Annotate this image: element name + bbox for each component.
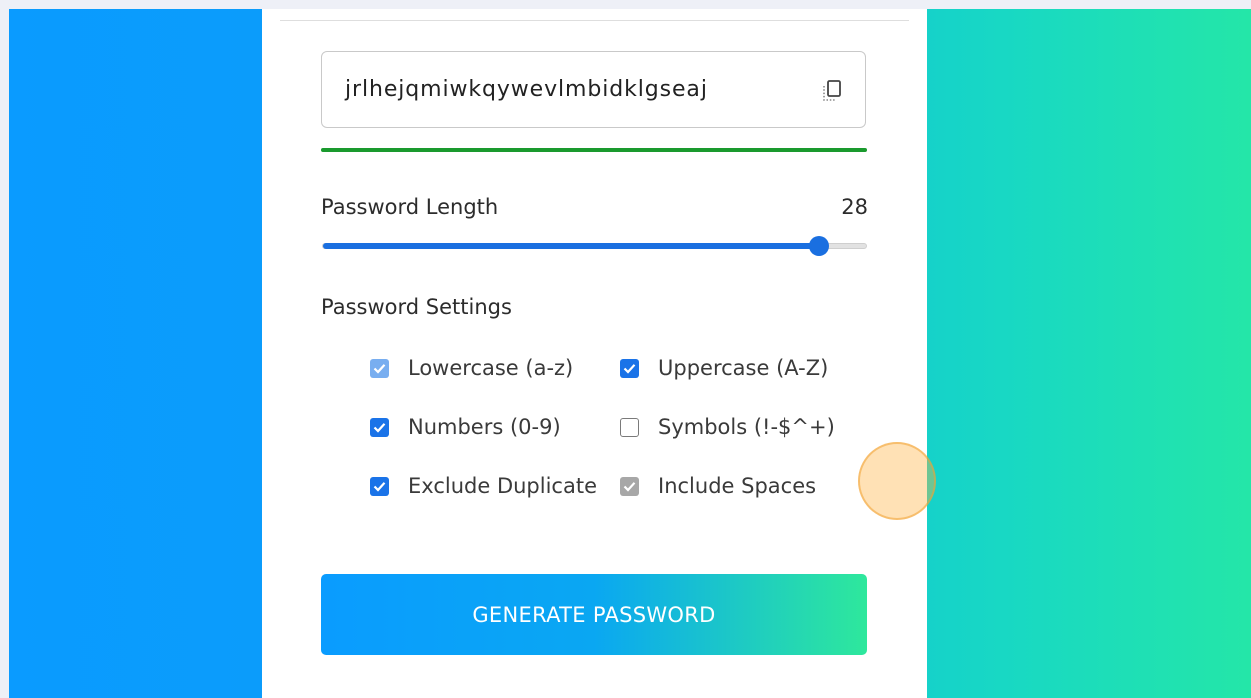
slider-thumb[interactable] (809, 236, 829, 256)
symbols-label: Symbols (!-$^+) (658, 415, 835, 439)
exclude-duplicate-checkbox[interactable] (370, 476, 389, 496)
option-numbers[interactable]: Numbers (0-9) (370, 415, 561, 439)
generate-password-button[interactable]: GENERATE PASSWORD (321, 574, 867, 655)
divider (280, 20, 909, 21)
password-length-label: Password Length (321, 195, 499, 219)
option-symbols[interactable]: Symbols (!-$^+) (620, 415, 835, 439)
option-uppercase[interactable]: Uppercase (A-Z) (620, 356, 828, 380)
password-length-value: 28 (841, 195, 868, 219)
check-icon (623, 363, 636, 374)
symbols-checkbox[interactable] (620, 417, 639, 437)
numbers-checkbox[interactable] (370, 417, 389, 437)
check-icon (373, 481, 386, 492)
password-settings-title: Password Settings (321, 295, 512, 319)
copy-icon[interactable] (819, 78, 845, 104)
exclude-duplicate-label: Exclude Duplicate (408, 474, 597, 498)
uppercase-checkbox[interactable] (620, 358, 639, 378)
numbers-label: Numbers (0-9) (408, 415, 561, 439)
uppercase-label: Uppercase (A-Z) (658, 356, 829, 380)
click-indicator (858, 442, 936, 520)
lowercase-checkbox[interactable] (370, 358, 389, 378)
include-spaces-label: Include Spaces (658, 474, 817, 498)
password-output-field[interactable]: jrlhejqmiwkqywevlmbidklgseaj (321, 51, 866, 128)
password-generator-card: jrlhejqmiwkqywevlmbidklgseaj Password Le… (262, 9, 936, 698)
password-text: jrlhejqmiwkqywevlmbidklgseaj (345, 77, 708, 102)
include-spaces-checkbox[interactable] (620, 476, 639, 496)
password-strength-fill (321, 148, 867, 152)
password-length-slider[interactable] (322, 236, 867, 256)
check-icon (623, 481, 636, 492)
option-lowercase[interactable]: Lowercase (a-z) (370, 356, 573, 380)
option-include-spaces[interactable]: Include Spaces (620, 474, 816, 498)
check-icon (373, 422, 386, 433)
password-strength-bar (321, 148, 867, 152)
option-exclude-duplicate[interactable]: Exclude Duplicate (370, 474, 597, 498)
check-icon (373, 363, 386, 374)
lowercase-label: Lowercase (a-z) (408, 356, 574, 380)
slider-fill (323, 243, 819, 249)
